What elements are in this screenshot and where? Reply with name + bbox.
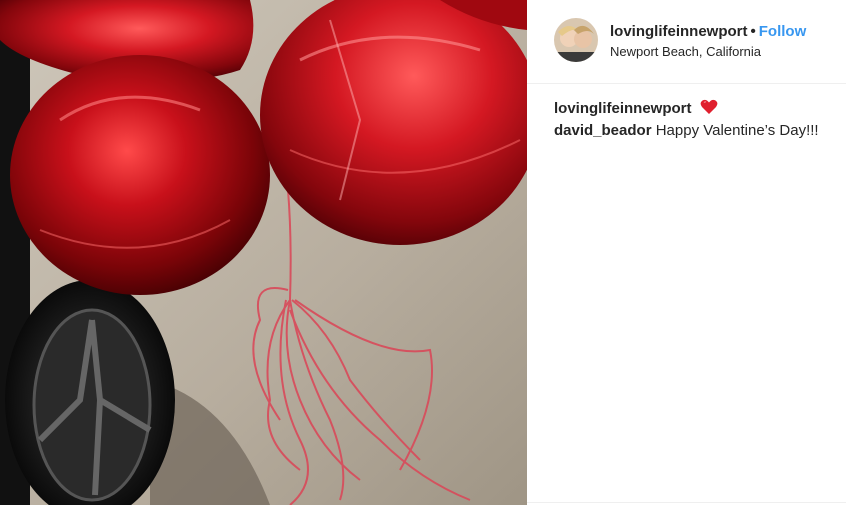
comment-item: david_beador Happy Valentine’s Day!!! <box>554 120 846 142</box>
heart-icon <box>700 99 718 114</box>
comment-username[interactable]: lovinglifeinnewport <box>554 100 692 117</box>
avatar-image <box>554 18 598 62</box>
avatar[interactable] <box>554 18 598 62</box>
comments-list: lovinglifeinnewport david_beador Happy V… <box>527 84 846 142</box>
post-location[interactable]: Newport Beach, California <box>610 44 806 59</box>
follow-button[interactable]: Follow <box>759 23 807 40</box>
divider <box>527 502 846 503</box>
post-sidebar: lovinglifeinnewport • Follow Newport Beach… <box>527 0 846 505</box>
separator-dot: • <box>750 23 756 40</box>
post-header: lovinglifeinnewport • Follow Newport Beach… <box>527 0 846 84</box>
post-header-text: lovinglifeinnewport • Follow Newport Beach… <box>610 18 806 59</box>
comment-username[interactable]: david_beador <box>554 122 652 139</box>
comment-text: Happy Valentine’s Day!!! <box>655 122 819 139</box>
post-username[interactable]: lovinglifeinnewport <box>610 23 748 40</box>
post-photo[interactable] <box>0 0 527 505</box>
comment-item: lovinglifeinnewport <box>554 98 846 120</box>
instagram-post: lovinglifeinnewport • Follow Newport Beach… <box>0 0 846 505</box>
red-balloons-photo <box>0 0 527 505</box>
post-header-line: lovinglifeinnewport • Follow <box>610 22 806 41</box>
